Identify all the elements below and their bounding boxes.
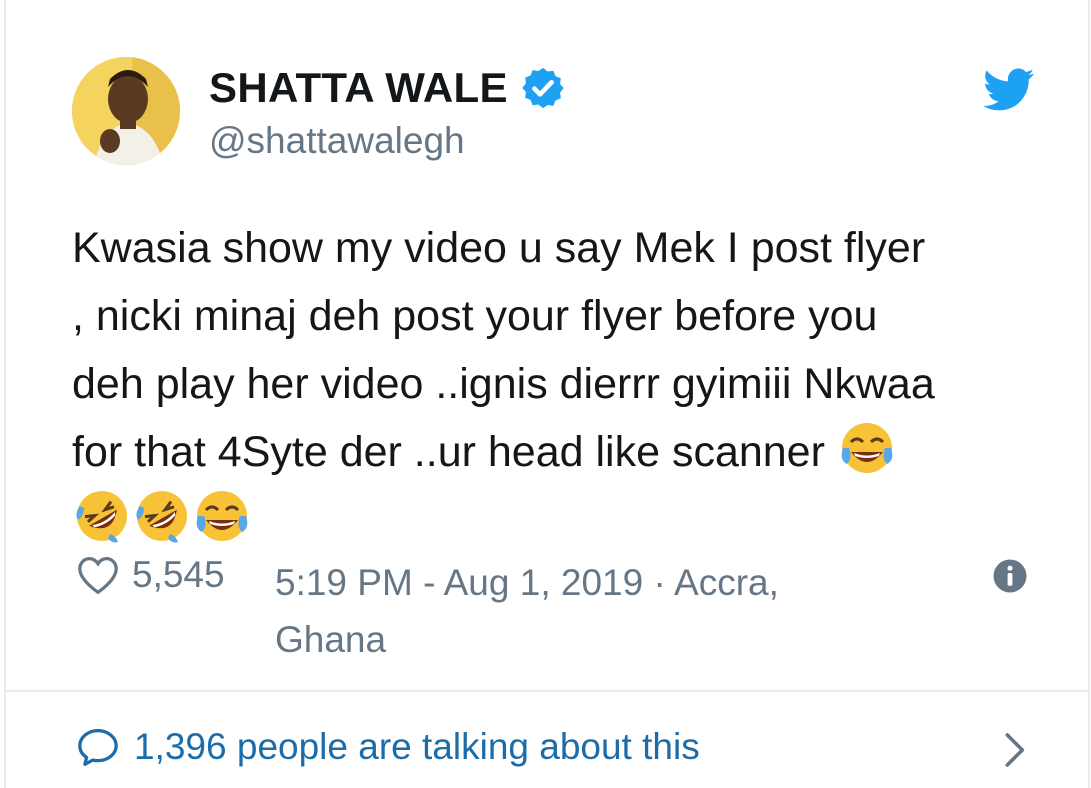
tweet-timestamp[interactable]: 5:19 PM - Aug 1, 2019 · Accra, Ghana [275,554,895,668]
display-name-text: SHATTA WALE [209,64,508,111]
avatar[interactable] [72,57,180,165]
like-button[interactable]: 5,545 [76,554,225,596]
display-name[interactable]: SHATTA WALE [209,64,566,112]
twitter-bird-icon[interactable] [983,68,1035,112]
tweet-text: Kwasia show my video u say Mek I post fl… [72,214,1047,554]
chevron-right-icon[interactable] [999,730,1029,770]
rolling-on-the-floor-laughing-icon [132,486,192,546]
tweet-line: Kwasia show my video u say Mek I post fl… [72,224,926,272]
talking-count-text: 1,396 people are talking about this [134,726,700,767]
avatar-image [72,57,180,165]
tweet-line: , nicki minaj deh post your flyer before… [72,292,878,340]
divider [6,690,1088,692]
tweet-line: deh play her video ..ignis dierrr gyimii… [72,360,935,408]
tweet-line-with-emoji: for that 4Syte der ..ur head like scanne… [72,418,1047,486]
reply-bubble-icon [78,729,118,766]
rolling-on-the-floor-laughing-icon [72,486,132,546]
emoji-line [72,486,1047,554]
tweet-line-text: for that 4Syte der ..ur head like scanne… [72,428,825,476]
user-handle[interactable]: @shattawalegh [209,120,465,162]
face-with-tears-of-joy-icon [192,486,252,546]
info-icon[interactable] [992,558,1028,594]
like-count: 5,545 [132,554,225,595]
conversation-link[interactable]: 1,396 people are talking about this [76,726,700,768]
tweet-card: SHATTA WALE @shattawalegh Kwasia show my… [4,0,1090,788]
face-with-tears-of-joy-icon [837,418,897,478]
heart-icon [78,556,118,595]
verified-badge-icon [522,67,564,109]
